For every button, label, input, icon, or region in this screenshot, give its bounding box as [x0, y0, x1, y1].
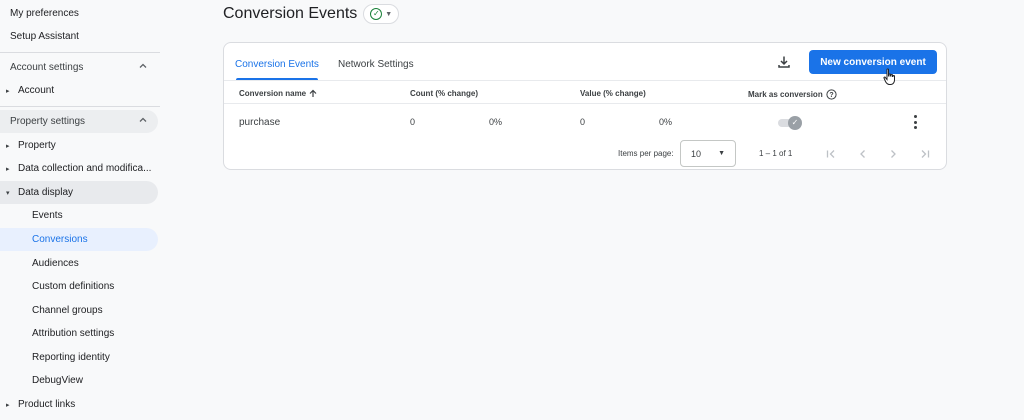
value-change: 0%: [659, 117, 673, 127]
sidebar-item-label: Account: [18, 85, 55, 96]
new-conversion-event-button[interactable]: New conversion event: [809, 50, 937, 74]
section-label: Account settings: [10, 62, 84, 73]
caret-right-icon: ▸: [6, 142, 10, 150]
conversions-card: Conversion Events Network Settings New c…: [223, 42, 947, 170]
sidebar-item-property[interactable]: ▸ Property: [0, 134, 158, 157]
sidebar-item-label: Channel groups: [32, 305, 103, 316]
dot: [913, 115, 917, 118]
caret-down-icon: ▾: [6, 189, 10, 197]
sidebar-item-events[interactable]: Events: [0, 204, 158, 227]
sidebar-item-label: Custom definitions: [32, 281, 115, 292]
sidebar-item-attribution-settings[interactable]: Attribution settings: [0, 322, 158, 345]
tab-conversion-events[interactable]: Conversion Events: [235, 59, 319, 70]
sidebar-item-label: Conversions: [32, 234, 88, 245]
tabs-divider: [224, 80, 946, 81]
mark-as-conversion-toggle[interactable]: ✓: [778, 116, 802, 130]
sidebar-item-label: Product links: [18, 399, 76, 410]
items-per-page-value: 10: [691, 148, 702, 159]
sidebar-item-channel-groups[interactable]: Channel groups: [0, 299, 158, 322]
more-vert-icon[interactable]: [912, 115, 918, 129]
sidebar-item-reporting-identity[interactable]: Reporting identity: [0, 346, 158, 369]
count-value: 0: [410, 117, 416, 127]
sidebar-item-conversions[interactable]: Conversions: [0, 228, 158, 251]
chevron-up-icon: [138, 61, 148, 74]
page-title: Conversion Events: [223, 5, 358, 22]
column-header-mark: Mark as conversion ?: [748, 89, 837, 100]
download-icon[interactable]: [776, 54, 792, 70]
first-page-icon[interactable]: [824, 147, 838, 161]
hand-cursor-icon: [883, 68, 897, 86]
value-value: 0: [580, 117, 586, 127]
sidebar-item-label: My preferences: [10, 8, 79, 19]
column-header-label: Mark as conversion: [748, 90, 823, 99]
section-label: Property settings: [10, 116, 86, 127]
next-page-icon[interactable]: [886, 147, 900, 161]
sidebar-item-my-preferences[interactable]: My preferences: [0, 2, 158, 25]
column-header-count[interactable]: Count (% change): [410, 89, 478, 98]
sidebar-item-label: Property: [18, 140, 56, 151]
caret-right-icon: ▸: [6, 165, 10, 173]
help-icon[interactable]: ?: [826, 89, 837, 100]
caret-down-icon: ▼: [718, 150, 725, 157]
sidebar-item-data-display[interactable]: ▾ Data display: [0, 181, 158, 204]
sidebar-item-debugview[interactable]: DebugView: [0, 369, 158, 392]
dot: [913, 120, 917, 124]
pagination-range: 1 – 1 of 1: [759, 149, 793, 158]
sidebar-section-account-settings[interactable]: Account settings: [0, 56, 158, 79]
last-page-icon[interactable]: [918, 147, 932, 161]
items-per-page-label: Items per page:: [618, 149, 674, 158]
sidebar-item-product-links[interactable]: ▸ Product links: [0, 393, 158, 416]
page-header: Conversion Events ✓ ▼: [223, 4, 400, 24]
sidebar-item-label: Setup Assistant: [10, 31, 79, 42]
dot: [913, 126, 917, 129]
previous-page-icon[interactable]: [856, 147, 870, 161]
svg-text:?: ?: [829, 92, 833, 99]
tab-network-settings[interactable]: Network Settings: [338, 59, 414, 70]
sidebar-item-account[interactable]: ▸ Account: [0, 79, 158, 102]
sidebar-divider: [0, 106, 160, 107]
sidebar: My preferences Setup Assistant Account s…: [0, 0, 160, 420]
sidebar-section-property-settings[interactable]: Property settings: [0, 110, 158, 133]
items-per-page-select[interactable]: 10 ▼: [680, 140, 736, 167]
column-header-label: Count (% change): [410, 89, 478, 98]
sidebar-item-label: Data display: [18, 187, 74, 198]
column-header-value[interactable]: Value (% change): [580, 89, 646, 98]
sidebar-item-audiences[interactable]: Audiences: [0, 252, 158, 275]
caret-right-icon: ▸: [6, 401, 10, 409]
column-header-name[interactable]: Conversion name: [239, 89, 317, 98]
sidebar-divider: [0, 52, 160, 53]
sidebar-item-label: Reporting identity: [32, 352, 110, 363]
sidebar-item-label: Data collection and modifica...: [18, 163, 152, 174]
check-icon: ✓: [788, 116, 802, 130]
sidebar-item-label: Audiences: [32, 258, 79, 269]
chevron-up-icon: [138, 115, 148, 128]
header-divider: [224, 103, 946, 104]
conversion-name: purchase: [239, 117, 281, 128]
arrow-up-icon: [309, 89, 317, 97]
sidebar-item-label: Events: [32, 210, 63, 221]
sidebar-item-data-collection[interactable]: ▸ Data collection and modifica...: [0, 157, 158, 180]
sidebar-item-setup-assistant[interactable]: Setup Assistant: [0, 25, 158, 48]
caret-right-icon: ▸: [6, 87, 10, 95]
check-circle-icon: ✓: [370, 8, 383, 20]
caret-down-icon: ▼: [385, 10, 393, 18]
sidebar-item-label: DebugView: [32, 375, 83, 386]
count-change: 0%: [489, 117, 503, 127]
column-header-label: Conversion name: [239, 89, 307, 98]
column-header-label: Value (% change): [580, 89, 646, 98]
status-dropdown[interactable]: ✓ ▼: [363, 4, 400, 24]
sidebar-item-custom-definitions[interactable]: Custom definitions: [0, 275, 158, 298]
sidebar-item-label: Attribution settings: [32, 328, 115, 339]
